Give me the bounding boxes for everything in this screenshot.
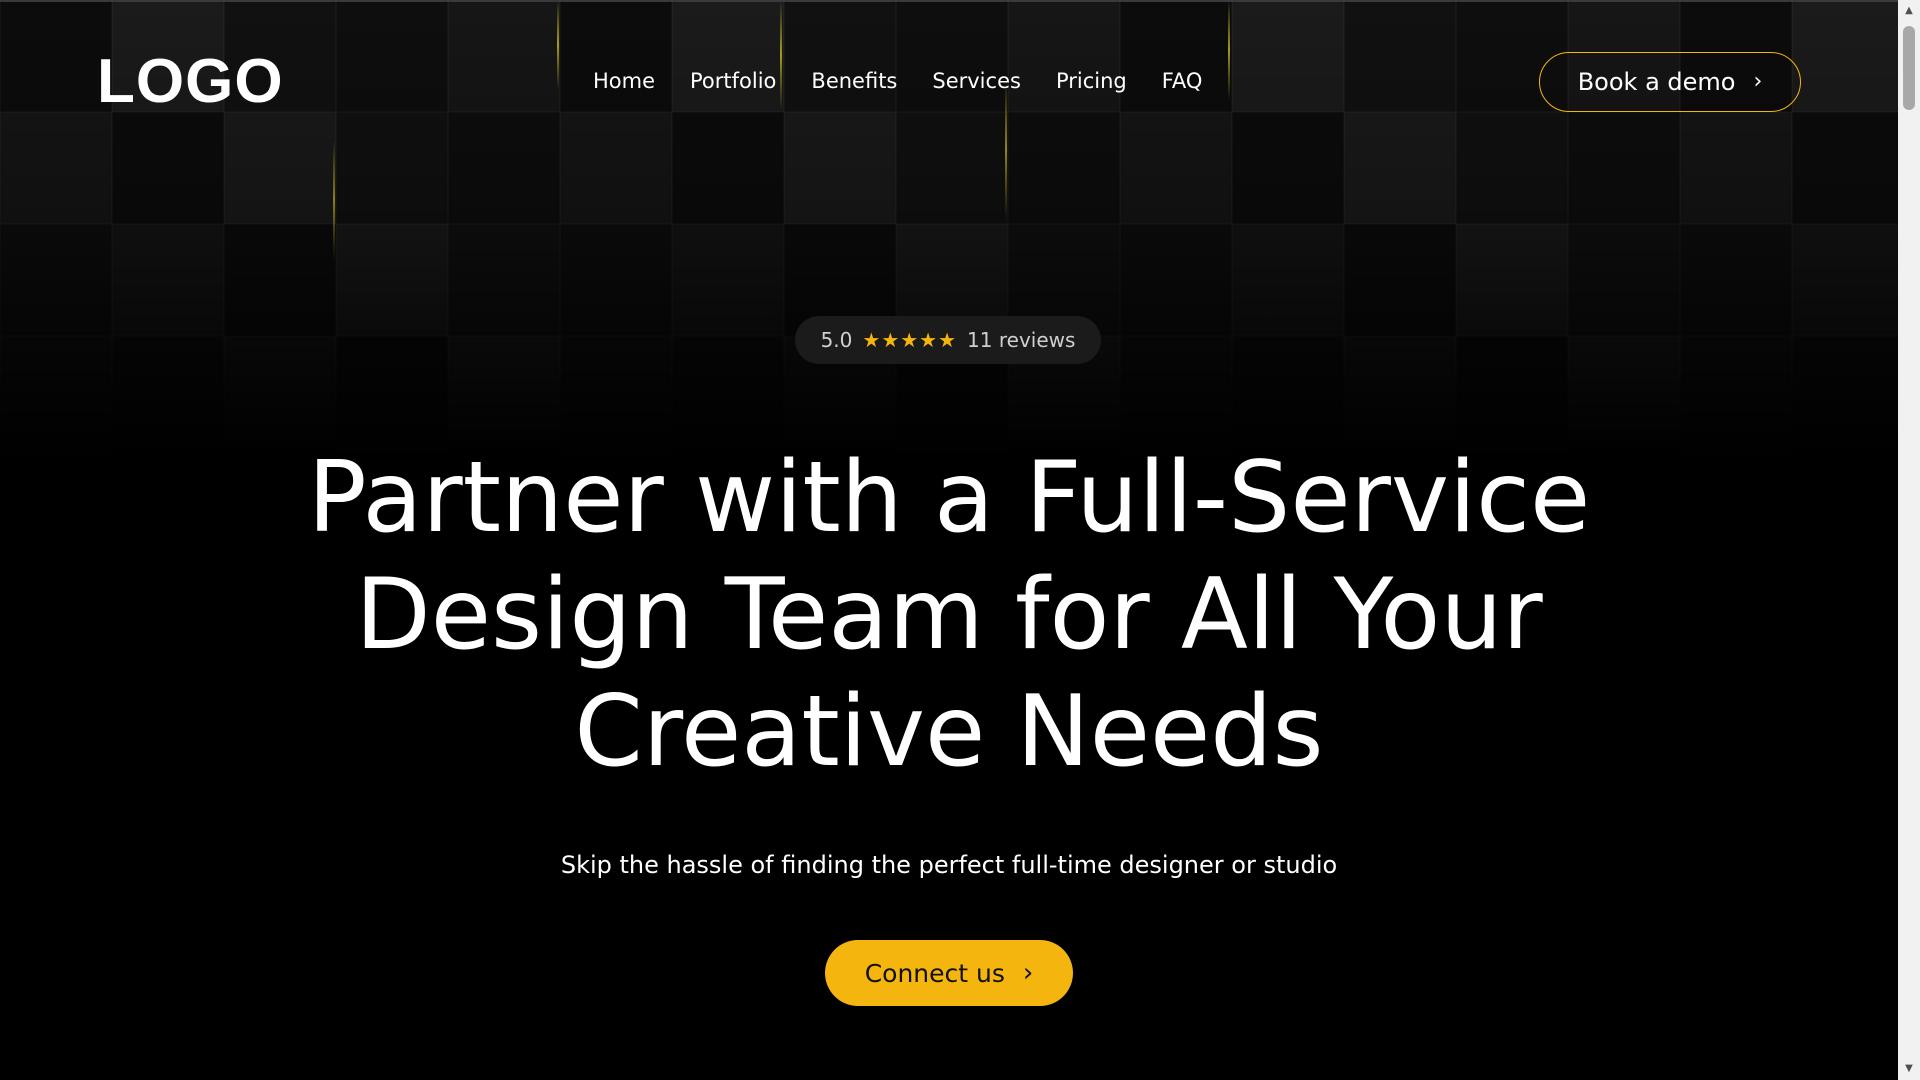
hero-title: Partner with a Full-Service Design Team … [160,440,1738,791]
nav-services[interactable]: Services [932,66,1021,96]
review-count: 11 reviews [967,328,1076,352]
scroll-down-arrow-icon[interactable]: ▼ [1898,1060,1920,1078]
nav-portfolio[interactable]: Portfolio [690,66,776,96]
nav-benefits[interactable]: Benefits [811,66,897,96]
connect-us-button[interactable]: Connect us › [825,940,1073,1006]
top-border [0,0,1898,2]
star-icons: ★★★★★ [862,328,958,352]
nav-pricing[interactable]: Pricing [1056,66,1127,96]
connect-us-label: Connect us [864,958,1005,988]
chevron-right-icon: › [1753,69,1763,94]
rating-badge: 5.0 ★★★★★ 11 reviews [795,316,1101,364]
book-demo-button[interactable]: Book a demo › [1539,52,1801,112]
nav-home[interactable]: Home [593,66,655,96]
page-scrollbar[interactable]: ▲ ▼ [1898,0,1920,1080]
scroll-up-arrow-icon[interactable]: ▲ [1898,2,1920,20]
hero-title-line-1: Partner with a Full-Service [307,441,1591,555]
hero-title-line-2: Design Team for All Your [355,558,1543,672]
nav-faq[interactable]: FAQ [1162,66,1203,96]
hero-title-line-3: Creative Needs [574,675,1324,789]
landing-page: LOGO Home Portfolio Benefits Services Pr… [0,0,1920,1080]
rating-score: 5.0 [820,328,853,352]
scrollbar-thumb[interactable] [1903,26,1915,110]
book-demo-label: Book a demo [1577,68,1736,96]
hero-subtitle: Skip the hassle of finding the perfect f… [560,851,1338,879]
logo[interactable]: LOGO [97,46,284,118]
main-nav: Home Portfolio Benefits Services Pricing… [593,66,1237,96]
chevron-right-icon: › [1022,958,1034,988]
